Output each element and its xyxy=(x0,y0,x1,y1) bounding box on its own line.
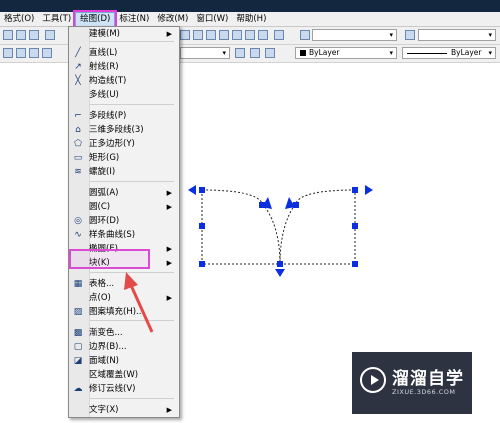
arrow-head xyxy=(124,272,138,290)
watermark: 溜溜自学 ZIXUE.3D66.COM xyxy=(352,352,472,414)
arrow-shaft xyxy=(128,282,154,333)
watermark-subtitle: ZIXUE.3D66.COM xyxy=(392,388,456,396)
watermark-title: 溜溜自学 xyxy=(392,369,464,389)
play-logo-icon xyxy=(360,367,386,393)
